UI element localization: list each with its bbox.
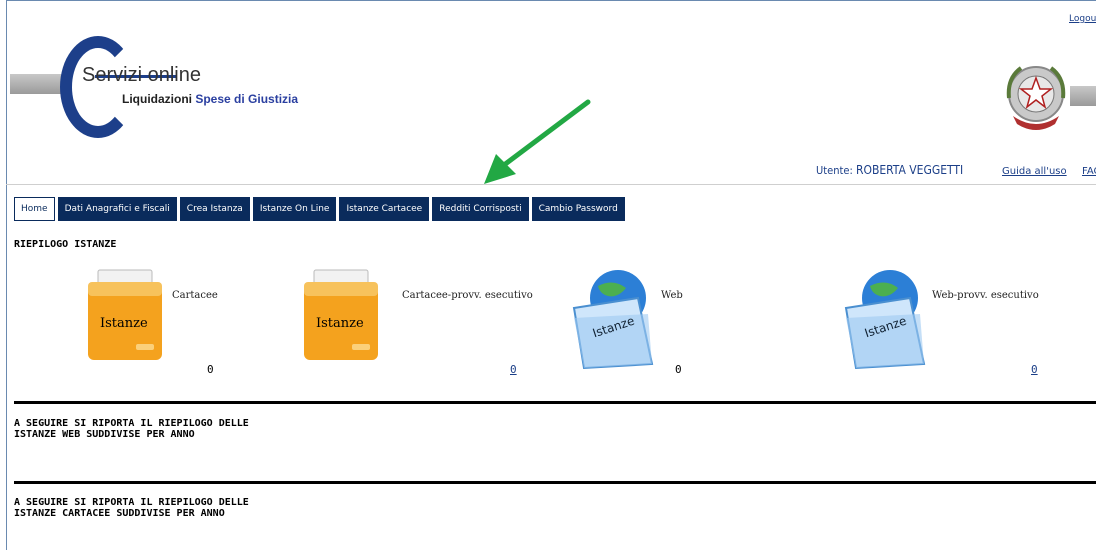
user-label: Utente: [816, 164, 853, 177]
card-count-cartacee-provv[interactable]: 0 [510, 363, 517, 376]
guide-link[interactable]: Guida all'uso [1002, 166, 1067, 177]
folder-text: Istanze [316, 316, 364, 331]
tab-istanze-on-line[interactable]: Istanze On Line [252, 197, 337, 221]
summary-web: A SEGUIRE SI RIPORTA IL RIEPILOGO DELLE … [14, 418, 249, 440]
summary-web-line-1: A SEGUIRE SI RIPORTA IL RIEPILOGO DELLE [14, 418, 249, 429]
italian-republic-emblem-icon [1006, 66, 1066, 130]
user-name: ROBERTA VEGGETTI [855, 163, 964, 177]
section-title: RIEPILOGO ISTANZE [14, 239, 117, 250]
summary-paper-line-2: ISTANZE CARTACEE SUDDIVISE PER ANNO [14, 508, 225, 519]
card-label-web-provv: Web-provv. esecutivo [932, 290, 1039, 301]
green-arrow-icon [484, 99, 591, 184]
logo-subtitle-2: Spese di Giustizia [195, 92, 299, 106]
faq-link[interactable]: FAQ [1082, 166, 1096, 177]
tab-dati-anagrafici[interactable]: Dati Anagrafici e Fiscali [57, 197, 177, 221]
summary-paper: A SEGUIRE SI RIPORTA IL RIEPILOGO DELLE … [14, 497, 249, 519]
card-count-web-provv[interactable]: 0 [1031, 363, 1038, 376]
user-info: Utente: ROBERTA VEGGETTI [816, 163, 963, 177]
folder-text: Istanze [100, 316, 148, 331]
card-count-cartacee: 0 [207, 363, 214, 376]
tab-crea-istanza[interactable]: Crea Istanza [179, 197, 250, 221]
logo-bar-right [1070, 86, 1096, 106]
card-label-web: Web [661, 290, 683, 301]
tab-cambio-password[interactable]: Cambio Password [531, 197, 625, 221]
main-nav: Home Dati Anagrafici e Fiscali Crea Ista… [14, 197, 625, 221]
tab-redditi-corrisposti[interactable]: Redditi Corrisposti [432, 197, 529, 221]
tab-home[interactable]: Home [14, 197, 55, 221]
tab-istanze-cartacee[interactable]: Istanze Cartacee [339, 197, 430, 221]
logo-g-icon [60, 36, 136, 138]
summary-paper-line-1: A SEGUIRE SI RIPORTA IL RIEPILOGO DELLE [14, 497, 249, 508]
section-divider [14, 481, 1096, 484]
section-divider [14, 401, 1096, 404]
logo-subtitle-1: Liquidazioni [122, 92, 192, 106]
summary-web-line-2: ISTANZE WEB SUDDIVISE PER ANNO [14, 429, 195, 440]
card-label-cartacee-provv: Cartacee-provv. esecutivo [402, 290, 533, 301]
card-label-cartacee: Cartacee [172, 290, 218, 301]
logo-title: Servizi online [82, 64, 201, 86]
card-count-web: 0 [675, 363, 682, 376]
logo-subtitle: Liquidazioni Spese di Giustizia [122, 92, 298, 106]
logout-link[interactable]: Logout [1069, 14, 1096, 24]
